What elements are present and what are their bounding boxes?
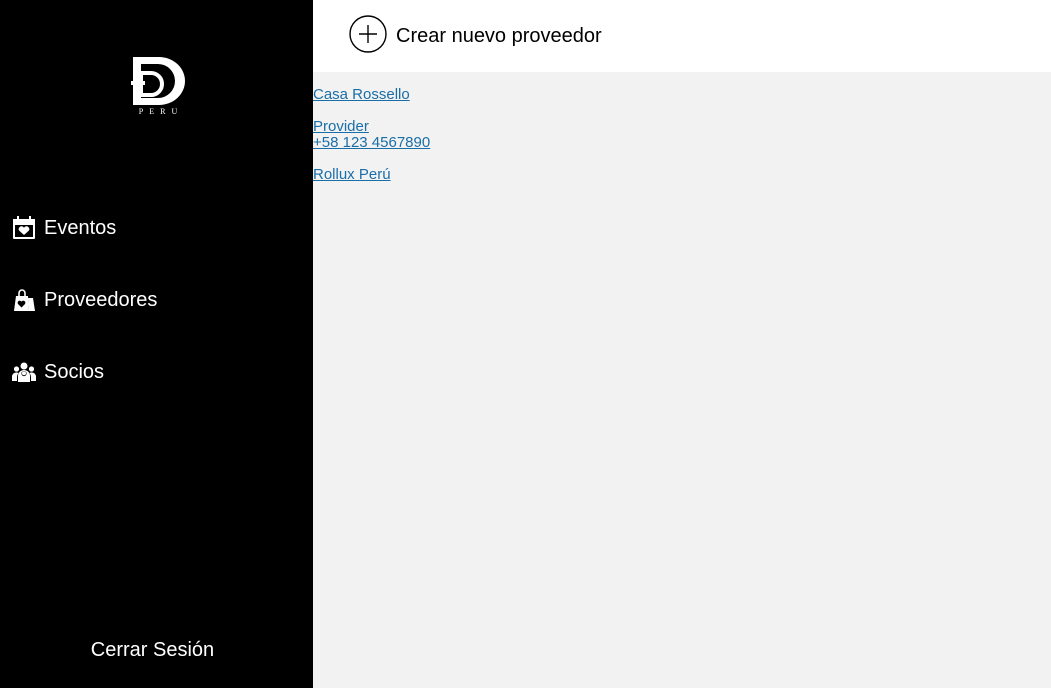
create-provider-label: Crear nuevo proveedor xyxy=(396,24,602,47)
brand-logo[interactable]: PERU xyxy=(131,55,187,117)
calendar-heart-icon xyxy=(12,216,36,240)
logout-button[interactable]: Cerrar Sesión xyxy=(0,639,305,662)
provider-list: Casa Rossello Provider +58 123 4567890 R… xyxy=(313,87,430,199)
users-group-icon xyxy=(12,360,36,384)
create-provider-button[interactable]: Crear nuevo proveedor xyxy=(349,14,602,58)
sidebar-item-proveedores[interactable]: Proveedores xyxy=(12,285,157,315)
provider-name-link[interactable]: Casa Rossello xyxy=(313,87,430,103)
list-item: Provider +58 123 4567890 xyxy=(313,119,430,151)
sidebar-item-label: Socios xyxy=(44,360,105,383)
sidebar-item-socios[interactable]: Socios xyxy=(12,357,104,387)
provider-name-link[interactable]: Rollux Perú xyxy=(313,167,430,183)
logo-subtitle: PERU xyxy=(138,107,184,116)
topbar: Crear nuevo proveedor xyxy=(313,0,1051,72)
provider-name-link[interactable]: Provider xyxy=(313,119,430,135)
sidebar: PERU Eventos Proveedores Socios Cerrar S… xyxy=(0,0,313,688)
plus-circle-icon xyxy=(349,14,387,58)
provider-phone-link[interactable]: +58 123 4567890 xyxy=(313,135,430,151)
app: PERU Eventos Proveedores Socios Cerrar S… xyxy=(0,0,1051,688)
list-item: Casa Rossello xyxy=(313,87,430,103)
sidebar-item-eventos[interactable]: Eventos xyxy=(12,213,116,243)
sidebar-item-label: Proveedores xyxy=(44,288,158,311)
list-item: Rollux Perú xyxy=(313,167,430,183)
sidebar-item-label: Eventos xyxy=(44,216,117,239)
logo-mark-icon xyxy=(131,57,185,105)
shopping-bags-heart-icon xyxy=(12,288,36,312)
